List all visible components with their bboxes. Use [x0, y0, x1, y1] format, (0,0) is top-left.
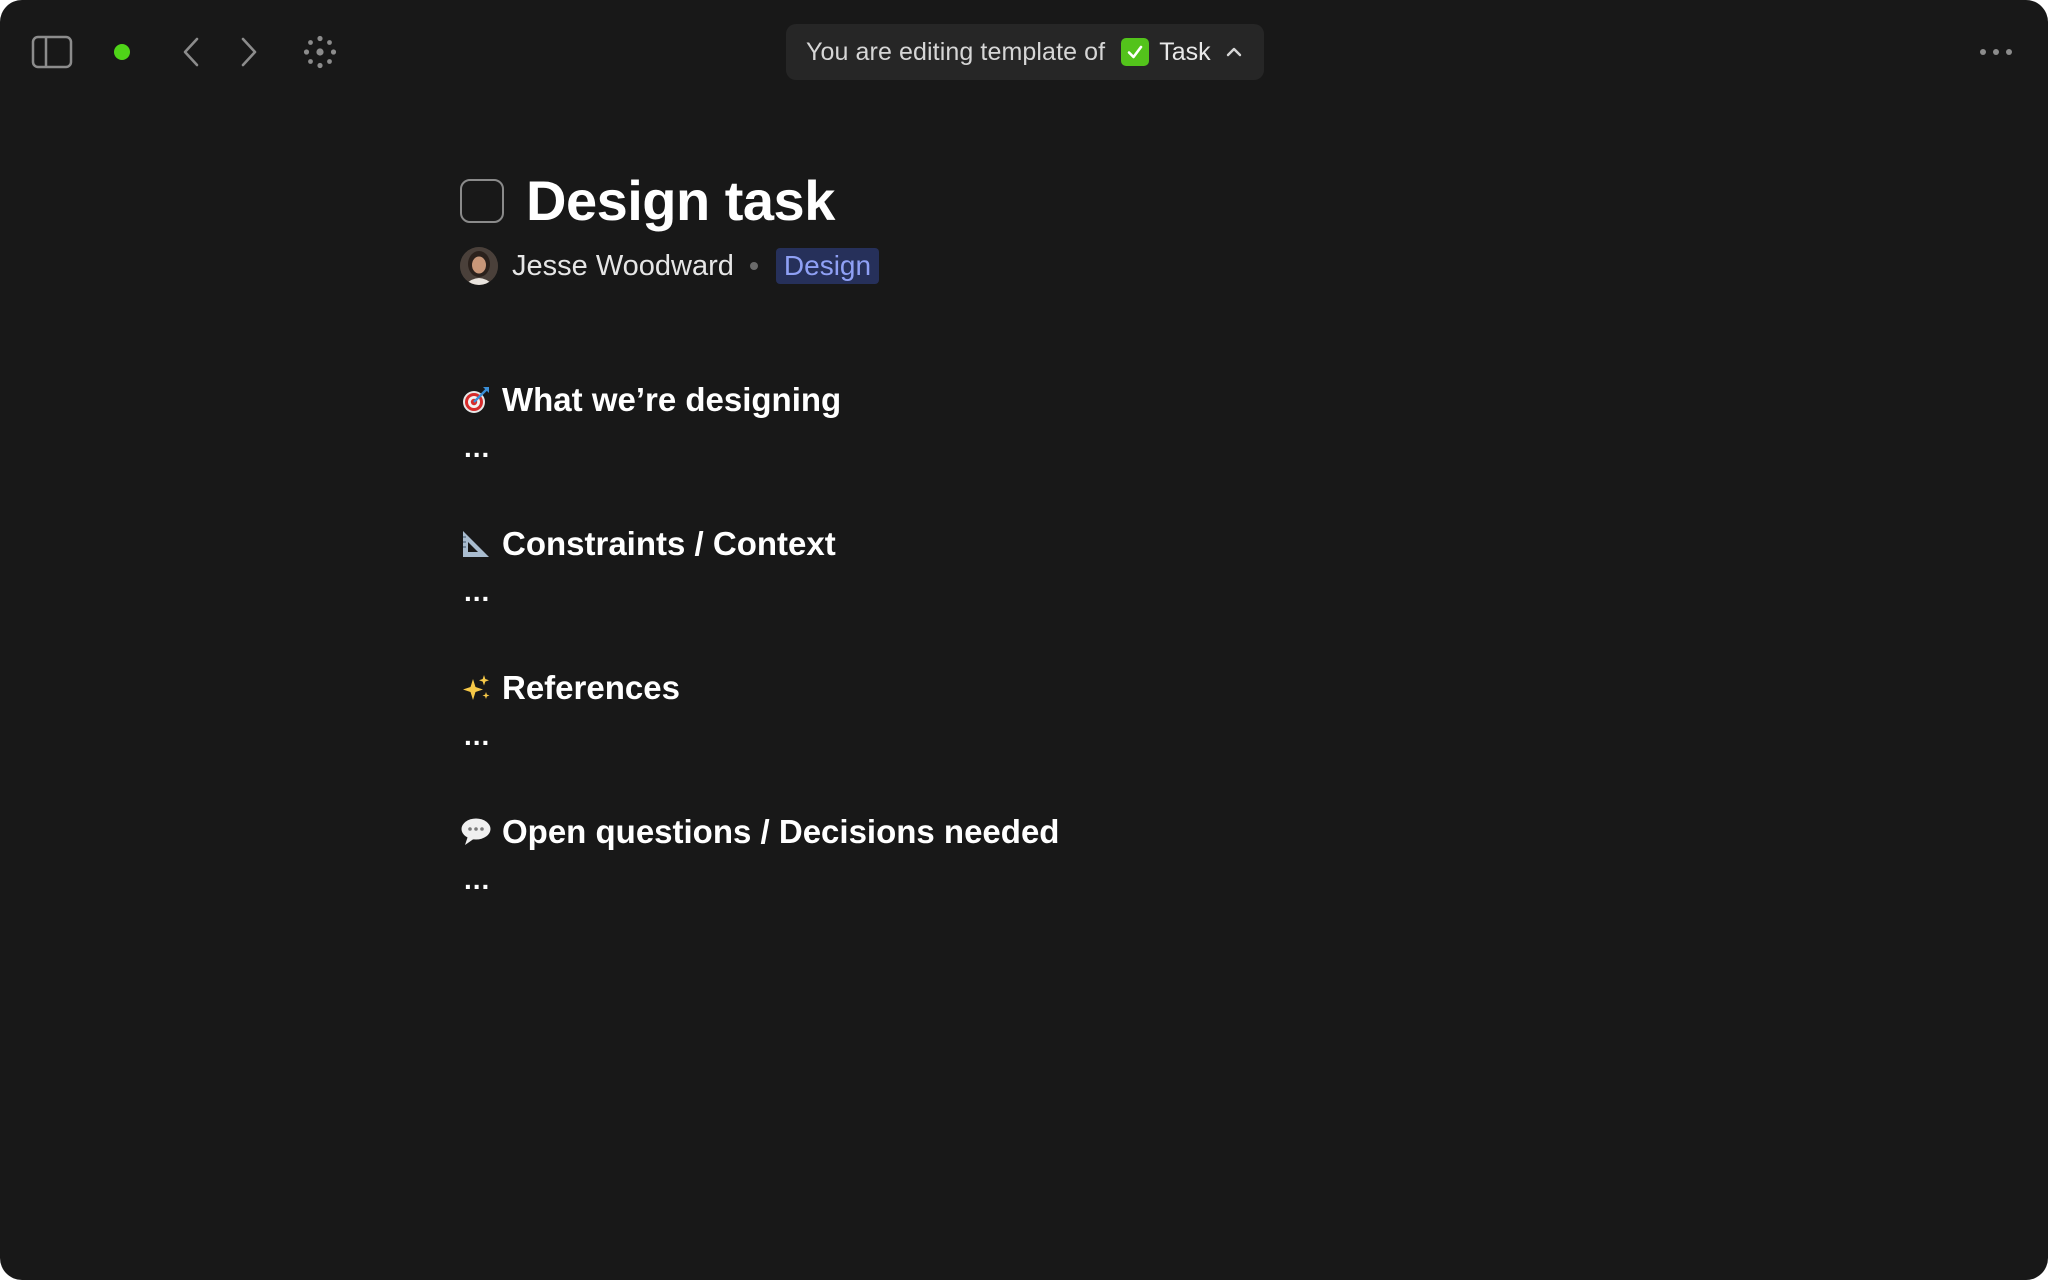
section-references: References ... [460, 666, 680, 752]
section-body[interactable]: ... [460, 864, 1059, 896]
triangular-ruler-icon [460, 528, 492, 560]
section-title[interactable]: What we’re designing [502, 381, 841, 419]
section-heading: References [460, 666, 680, 710]
speech-balloon-icon [460, 816, 492, 848]
chevron-up-icon [1225, 46, 1243, 58]
sparkles-icon [460, 672, 492, 704]
checkmark-icon [1121, 38, 1150, 66]
author-name[interactable]: Jesse Woodward [512, 250, 734, 283]
title-row: Design task [460, 170, 1660, 232]
target-icon [460, 384, 492, 416]
tag-design[interactable]: Design [775, 248, 880, 284]
graph-icon [303, 35, 337, 69]
forward-button[interactable] [232, 32, 266, 72]
sidebar-icon [31, 35, 73, 69]
status-dot-icon [114, 44, 130, 60]
editor-content: Design task Jesse Woodward Design What w… [460, 170, 1660, 895]
section-what-were-designing: What we’re designing ... [460, 378, 841, 464]
section-open-questions: Open questions / Decisions needed ... [460, 810, 1059, 896]
type-name: Task [1159, 37, 1211, 66]
template-label: You are editing template of [806, 37, 1106, 66]
top-bar: You are editing template of Task [0, 0, 2048, 104]
sync-status-indicator[interactable] [110, 40, 134, 64]
type-chip: Task [1121, 37, 1211, 67]
chevron-left-icon [183, 37, 199, 67]
graph-view-button[interactable] [300, 32, 340, 72]
section-title[interactable]: References [502, 669, 680, 707]
page-meta: Jesse Woodward Design [460, 246, 1660, 286]
section-title[interactable]: Open questions / Decisions needed [502, 813, 1059, 851]
section-heading: What we’re designing [460, 378, 841, 422]
section-body[interactable]: ... [460, 576, 836, 608]
section-body[interactable]: ... [460, 432, 841, 464]
task-done-checkbox[interactable] [460, 179, 504, 223]
author-avatar[interactable] [460, 247, 498, 285]
page-title[interactable]: Design task [526, 170, 835, 232]
section-body[interactable]: ... [460, 720, 680, 752]
sidebar-toggle-button[interactable] [28, 32, 76, 72]
section-title[interactable]: Constraints / Context [502, 525, 836, 563]
chevron-right-icon [241, 37, 257, 67]
more-options-button[interactable] [1976, 32, 2016, 72]
meta-separator [749, 262, 758, 270]
section-heading: Open questions / Decisions needed [460, 810, 1059, 854]
back-button[interactable] [174, 32, 208, 72]
app-window: You are editing template of Task Design … [0, 0, 2048, 1280]
more-horizontal-icon [1980, 49, 2012, 55]
template-type-selector[interactable]: You are editing template of Task [786, 24, 1264, 80]
section-constraints-context: Constraints / Context ... [460, 522, 836, 608]
section-heading: Constraints / Context [460, 522, 836, 566]
